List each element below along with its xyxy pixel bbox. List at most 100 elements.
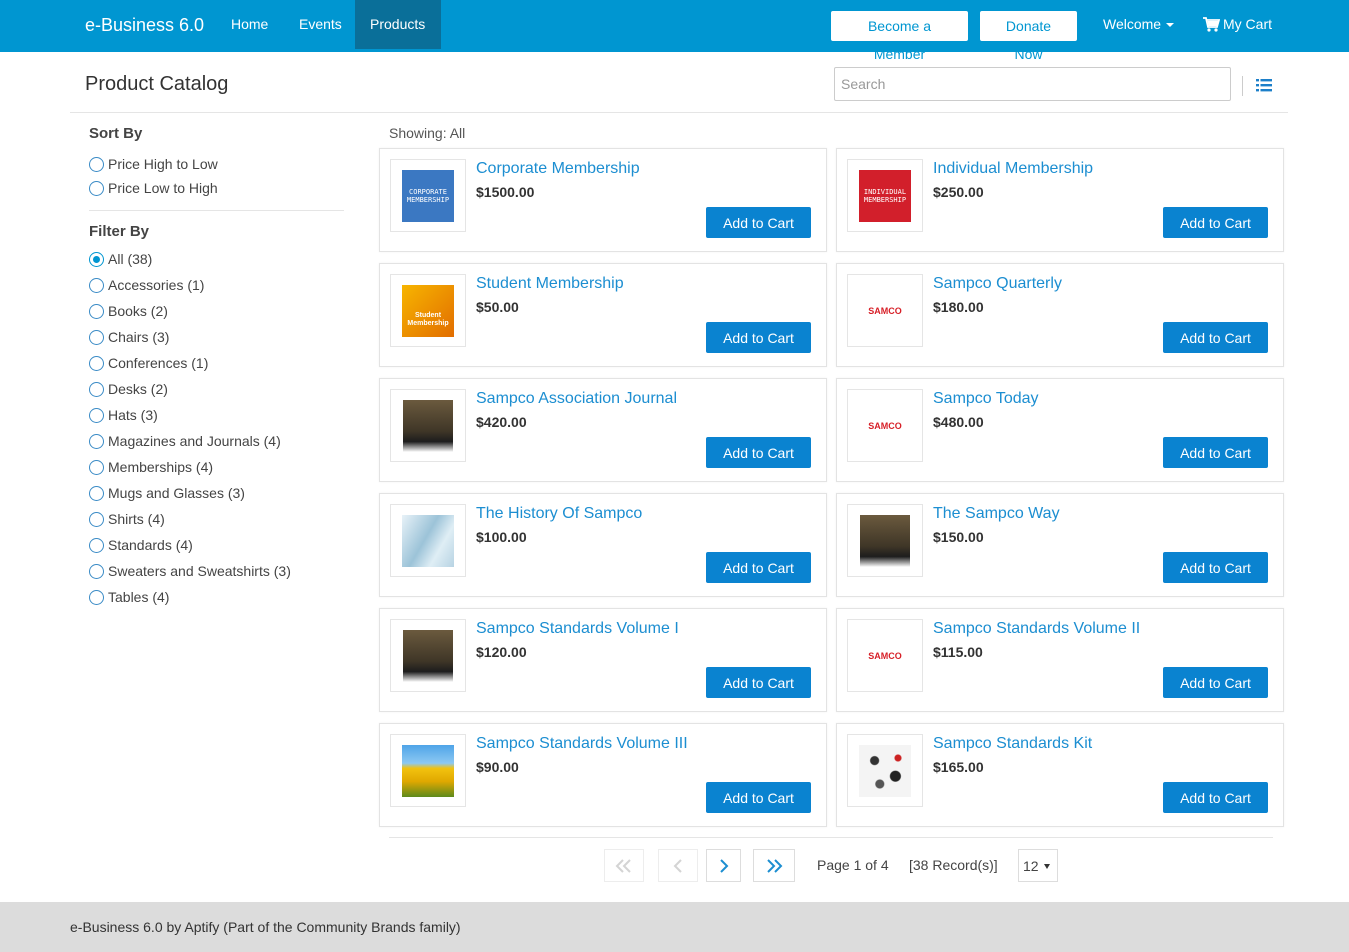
filter-option[interactable]: Memberships (4) (89, 458, 213, 476)
radio-button[interactable] (89, 564, 104, 579)
welcome-dropdown[interactable]: Welcome (1103, 16, 1175, 32)
product-thumbnail[interactable]: SAMCO (847, 274, 923, 347)
add-to-cart-button[interactable]: Add to Cart (706, 207, 811, 238)
previous-page-button[interactable] (658, 849, 698, 882)
filter-option-label: Magazines and Journals (4) (108, 433, 281, 449)
next-page-button[interactable] (706, 849, 741, 882)
product-name-link[interactable]: The History Of Sampco (476, 505, 642, 523)
list-view-icon[interactable] (1256, 78, 1272, 93)
filter-option[interactable]: Magazines and Journals (4) (89, 432, 281, 450)
product-thumbnail[interactable]: SAMCO (847, 389, 923, 462)
product-name-link[interactable]: Individual Membership (933, 160, 1093, 178)
filter-option[interactable]: Sweaters and Sweatshirts (3) (89, 562, 291, 580)
welcome-label: Welcome (1103, 16, 1162, 32)
add-to-cart-button[interactable]: Add to Cart (1163, 322, 1268, 353)
product-card: Sampco Standards Kit $165.00 Add to Cart (836, 723, 1284, 827)
page-size-select[interactable]: 12 (1018, 849, 1058, 882)
chevron-down-icon (1166, 23, 1175, 28)
product-name-link[interactable]: Corporate Membership (476, 160, 640, 178)
add-to-cart-button[interactable]: Add to Cart (1163, 782, 1268, 813)
filter-option[interactable]: Mugs and Glasses (3) (89, 484, 245, 502)
filter-option[interactable]: Tables (4) (89, 588, 169, 606)
filter-option[interactable]: Books (2) (89, 302, 168, 320)
add-to-cart-button[interactable]: Add to Cart (1163, 437, 1268, 468)
product-thumbnail[interactable] (847, 504, 923, 577)
filter-option[interactable]: Desks (2) (89, 380, 168, 398)
add-to-cart-button[interactable]: Add to Cart (706, 667, 811, 698)
filter-option[interactable]: Standards (4) (89, 536, 193, 554)
filter-option[interactable]: Chairs (3) (89, 328, 169, 346)
product-thumbnail[interactable]: Student Membership (390, 274, 466, 347)
add-to-cart-button[interactable]: Add to Cart (1163, 667, 1268, 698)
filter-option[interactable]: Conferences (1) (89, 354, 208, 372)
first-page-button[interactable] (604, 849, 644, 882)
radio-button[interactable] (89, 590, 104, 605)
nav-events[interactable]: Events (284, 0, 357, 49)
search-input[interactable] (834, 67, 1231, 101)
chevron-right-icon (719, 858, 728, 873)
product-card: SAMCO Sampco Quarterly $180.00 Add to Cart (836, 263, 1284, 367)
product-thumbnail[interactable]: INDIVIDUAL MEMBERSHIP (847, 159, 923, 232)
product-name-link[interactable]: Sampco Association Journal (476, 390, 677, 408)
last-page-button[interactable] (753, 849, 795, 882)
product-name-link[interactable]: Sampco Standards Volume I (476, 620, 679, 638)
product-thumbnail[interactable] (390, 504, 466, 577)
product-card: Sampco Standards Volume I $120.00 Add to C… (379, 608, 827, 712)
product-thumbnail[interactable]: SAMCO (847, 619, 923, 692)
radio-button[interactable] (89, 181, 104, 196)
radio-button[interactable] (89, 512, 104, 527)
radio-button[interactable] (89, 252, 104, 267)
add-to-cart-button[interactable]: Add to Cart (706, 782, 811, 813)
radio-button[interactable] (89, 330, 104, 345)
header-divider (70, 112, 1288, 113)
thumb-art (859, 744, 911, 797)
radio-button[interactable] (89, 278, 104, 293)
product-card: Sampco Association Journal $420.00 Add to … (379, 378, 827, 482)
add-to-cart-button[interactable]: Add to Cart (706, 437, 811, 468)
product-card: SAMCO Sampco Today $480.00 Add to Cart (836, 378, 1284, 482)
radio-button[interactable] (89, 408, 104, 423)
product-name-link[interactable]: Sampco Today (933, 390, 1039, 408)
radio-button[interactable] (89, 434, 104, 449)
filter-option-label: Hats (3) (108, 407, 158, 423)
product-price: $250.00 (933, 184, 984, 200)
radio-button[interactable] (89, 157, 104, 172)
product-thumbnail[interactable]: CORPORATE MEMBERSHIP (390, 159, 466, 232)
filter-option-label: Sweaters and Sweatshirts (3) (108, 563, 291, 579)
filter-option[interactable]: Shirts (4) (89, 510, 165, 528)
filter-option[interactable]: Hats (3) (89, 406, 158, 424)
product-name-link[interactable]: Student Membership (476, 275, 624, 293)
add-to-cart-button[interactable]: Add to Cart (1163, 207, 1268, 238)
radio-button[interactable] (89, 460, 104, 475)
product-name-link[interactable]: Sampco Standards Volume III (476, 735, 688, 753)
donate-now-button[interactable]: Donate Now (980, 11, 1077, 62)
nav-products[interactable]: Products (355, 0, 441, 49)
radio-button[interactable] (89, 486, 104, 501)
radio-button[interactable] (89, 382, 104, 397)
filter-by-heading: Filter By (89, 223, 150, 240)
add-to-cart-button[interactable]: Add to Cart (1163, 552, 1268, 583)
add-to-cart-button[interactable]: Add to Cart (706, 322, 811, 353)
radio-button[interactable] (89, 538, 104, 553)
add-to-cart-button[interactable]: Add to Cart (706, 552, 811, 583)
filter-option[interactable]: Accessories (1) (89, 276, 204, 294)
filter-option[interactable]: All (38) (89, 250, 152, 268)
sort-option-label: Price High to Low (108, 156, 218, 172)
product-name-link[interactable]: Sampco Standards Volume II (933, 620, 1140, 638)
my-cart-link[interactable]: My Cart (1203, 16, 1272, 32)
product-thumbnail[interactable] (390, 619, 466, 692)
radio-button[interactable] (89, 304, 104, 319)
product-thumbnail[interactable] (390, 734, 466, 807)
become-member-button[interactable]: Become a Member (831, 11, 968, 62)
product-name-link[interactable]: Sampco Standards Kit (933, 735, 1092, 753)
brand-logo[interactable]: e-Business 6.0 (85, 15, 204, 36)
product-thumbnail[interactable] (390, 389, 466, 462)
radio-button[interactable] (89, 356, 104, 371)
sort-option-low-high[interactable]: Price Low to High (89, 179, 218, 197)
nav-home[interactable]: Home (216, 0, 283, 49)
product-name-link[interactable]: The Sampco Way (933, 505, 1060, 523)
filter-option-label: Chairs (3) (108, 329, 170, 345)
sort-option-high-low[interactable]: Price High to Low (89, 155, 218, 173)
product-thumbnail[interactable] (847, 734, 923, 807)
product-name-link[interactable]: Sampco Quarterly (933, 275, 1062, 293)
